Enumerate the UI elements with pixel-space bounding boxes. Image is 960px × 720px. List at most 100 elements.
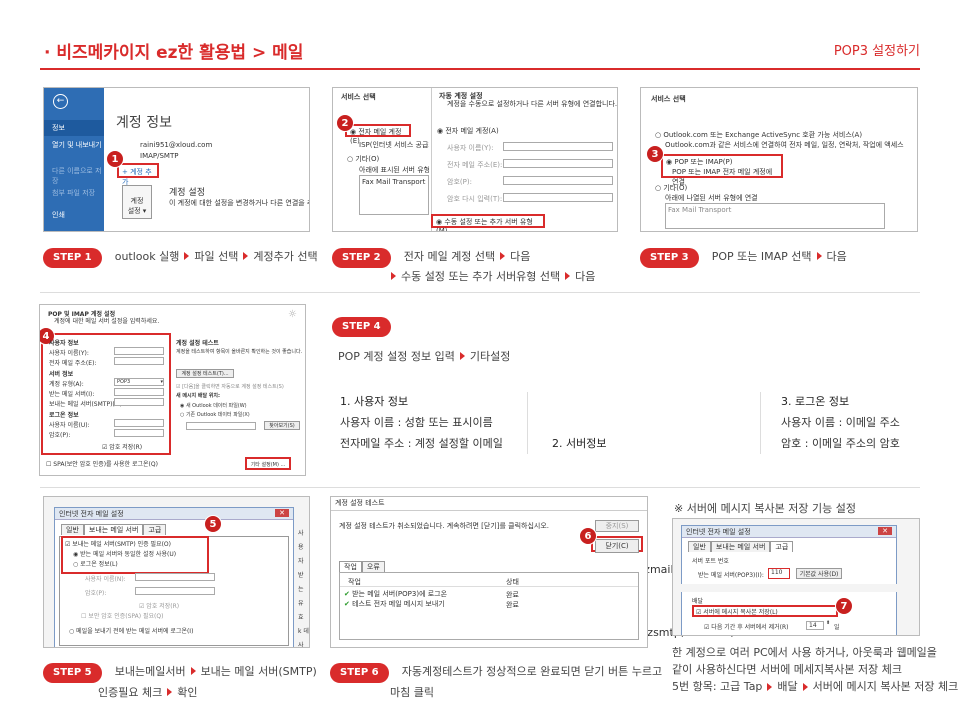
spa-checkbox[interactable]: ☐ 보안 암호 인증(SPA) 필요(Q) bbox=[81, 611, 163, 620]
remove-after-checkbox[interactable]: ☑ 다음 기간 후 서버에서 제거(R) bbox=[704, 622, 789, 631]
server-label-type: 계정 유형(A): bbox=[49, 381, 84, 388]
step5-part2: 보내는 메일 서버(SMTP) bbox=[200, 665, 317, 678]
pop-imap-radio[interactable]: ◉ POP 또는 IMAP(P) POP 또는 IMAP 전자 메일 계정에 연결 bbox=[661, 154, 783, 186]
logon-before-send-radio[interactable]: ○ 메일을 보내기 전에 받는 메일 서버에 로그온(I) bbox=[69, 626, 193, 635]
tab-general[interactable]: 일반 bbox=[61, 524, 84, 535]
step7-desc: 한 계정으로 여러 PC에서 사용 하거나, 아웃룩과 웹메일을 같이 사용하신… bbox=[672, 644, 958, 695]
name-field[interactable] bbox=[503, 142, 613, 151]
server-type-list[interactable]: Fax Mail Transport bbox=[359, 175, 429, 215]
arrow-icon bbox=[190, 666, 196, 675]
same-settings-label: 받는 메일 서버와 동일한 설정 사용(U) bbox=[80, 551, 177, 558]
spa-checkbox[interactable]: ☐ SPA(보안 암호 인증)를 사용한 로그온(Q) bbox=[46, 459, 158, 468]
field-label-name: 사용자 이름(Y): bbox=[447, 144, 494, 152]
header-line bbox=[340, 586, 638, 587]
step-marker-5: 5 bbox=[204, 515, 222, 533]
remember-label: 암호 저장(R) bbox=[109, 444, 143, 451]
screenshot-step5: 사용자받는유효 k 데사용 인터넷 전자 메일 설정 ✕ 일반보내는 메일 서버고급… bbox=[43, 496, 310, 648]
test-desc: 계정 설정 테스트가 취소되었습니다. 계속하려면 [닫기]를 클릭하십시오. bbox=[339, 522, 550, 530]
other-desc: 아래에 표시된 서버 유형에 bbox=[359, 166, 429, 174]
right-email-radio[interactable]: ◉ 전자 메일 계정(A) bbox=[437, 126, 499, 136]
days-stepper[interactable]: ⬍ bbox=[826, 620, 830, 626]
email-account-desc: ISP(인터넷 서비스 공급자)... bbox=[359, 141, 429, 149]
account-protocol: IMAP/SMTP bbox=[140, 152, 179, 160]
same-settings-radio[interactable]: ◉ 받는 메일 서버와 동일한 설정 사용(U) bbox=[73, 549, 176, 558]
email-field[interactable] bbox=[503, 159, 613, 168]
existing-data-file-label: 기존 Outlook 데이터 파일(X) bbox=[185, 412, 250, 418]
tab-errors[interactable]: 오류 bbox=[361, 561, 385, 572]
info-user-l2: 전자메일 주소 : 계정 설정할 이메일 bbox=[340, 437, 503, 450]
info-divider-1 bbox=[527, 392, 528, 454]
sidebar-item-saveas[interactable]: 다른 이름으로 저장 bbox=[52, 166, 102, 186]
sidebar-item-open[interactable]: 열기 및 내보내기 bbox=[52, 140, 102, 150]
password-confirm-field[interactable] bbox=[503, 193, 613, 202]
service-select-title: 서비스 선택 bbox=[341, 93, 376, 101]
logon-info-radio[interactable]: ○ 로그온 정보(L) bbox=[73, 559, 118, 568]
logon-before-send-label: 메일을 보내기 전에 받는 메일 서버에 로그온(I) bbox=[76, 628, 194, 635]
new-data-file-radio[interactable]: ◉ 새 Outlook 데이터 파일(W) bbox=[180, 402, 247, 409]
user-info-heading: 사용자 정보 bbox=[49, 340, 79, 347]
test-account-button[interactable]: 계정 설정 테스트(T)... bbox=[176, 369, 234, 378]
sidebar-item-attach[interactable]: 첨부 파일 저장 bbox=[52, 188, 102, 198]
add-account-button[interactable]: + 계정 추가 bbox=[117, 163, 159, 186]
tab-tasks[interactable]: 작업 bbox=[339, 561, 362, 572]
data-file-path[interactable] bbox=[186, 422, 256, 430]
existing-data-file-radio[interactable]: ○ 기존 Outlook 데이터 파일(X) bbox=[180, 411, 250, 418]
arrow-icon bbox=[565, 271, 571, 280]
account-settings-button[interactable]: 계정 설정 ▾ bbox=[122, 185, 152, 219]
other-radio[interactable]: ○ 기타(O) bbox=[347, 154, 379, 164]
default-port-button[interactable]: 기본값 사용(D) bbox=[796, 568, 842, 579]
other-radio[interactable]: ○ 기타(O) bbox=[655, 183, 687, 193]
browse-button[interactable]: 찾아보기(S) bbox=[264, 421, 300, 430]
check-icon: ✔ bbox=[344, 600, 350, 608]
account-settings-title: 계정 설정 bbox=[169, 188, 205, 198]
logon-user-field[interactable] bbox=[114, 419, 164, 427]
stop-button[interactable]: 중지(S) bbox=[595, 520, 639, 532]
step4-pill-wrap: STEP 4 bbox=[332, 314, 391, 337]
auto-test-checkbox[interactable]: ☑ [다음]을 클릭하면 자동으로 계정 설정 테스트(S) bbox=[176, 383, 284, 390]
leave-copy-checkbox[interactable]: ☑ 서버에 메시지 복사본 저장(L) bbox=[696, 607, 778, 616]
account-type-value: POP3 bbox=[117, 379, 131, 385]
email-account-radio[interactable]: ◉ 전자 메일 계정(E) bbox=[345, 124, 411, 145]
outlook-com-radio[interactable]: ○ Outlook.com 또는 Exchange ActiveSync 호환 … bbox=[655, 130, 862, 140]
tab-outgoing[interactable]: 보내는 메일 서버 bbox=[83, 524, 144, 535]
remember-password-checkbox[interactable]: ☑ 암호 저장(R) bbox=[102, 442, 142, 451]
days-field[interactable]: 14 bbox=[806, 621, 824, 630]
step2-part3: 수동 설정 또는 추가 서버유형 선택 bbox=[401, 270, 561, 283]
incoming-server-field[interactable] bbox=[114, 388, 164, 396]
tab-advanced[interactable]: 고급 bbox=[143, 524, 167, 535]
back-arrow-icon[interactable]: ← bbox=[53, 94, 68, 109]
user-email-field[interactable] bbox=[114, 357, 164, 365]
logon-password-field[interactable] bbox=[114, 429, 164, 437]
smtp-auth-checkbox[interactable]: ☑ 보내는 메일 서버(SMTP) 인증 필요(O) bbox=[65, 539, 171, 548]
uname-field[interactable] bbox=[135, 573, 215, 581]
chevron-down-icon: ▾ bbox=[160, 379, 163, 385]
tab-row: 일반 보내는 메일 서버 고급 bbox=[55, 520, 293, 535]
pwd-field[interactable] bbox=[135, 587, 215, 595]
field-label-pw: 암호(P): bbox=[447, 178, 472, 186]
pop-port-field[interactable]: 110 bbox=[768, 568, 790, 579]
tab-outgoing[interactable]: 보내는 메일 서버 bbox=[710, 541, 771, 552]
tab-general[interactable]: 일반 bbox=[688, 541, 711, 552]
close-icon[interactable]: ✕ bbox=[878, 527, 892, 535]
step3-part2: 다음 bbox=[826, 250, 847, 263]
step-marker-7: 7 bbox=[835, 597, 853, 615]
close-icon[interactable]: ✕ bbox=[275, 509, 289, 517]
close-button[interactable]: 닫기(C) bbox=[591, 536, 643, 553]
arrow-icon bbox=[459, 351, 465, 360]
more-settings-button[interactable]: 기타 설정(M) ... bbox=[245, 457, 291, 470]
sidebar-item-print[interactable]: 인쇄 bbox=[52, 210, 102, 220]
user-name-field[interactable] bbox=[114, 347, 164, 355]
manual-setup-radio[interactable]: ◉ 수동 설정 또는 추가 서버 유형(M) bbox=[431, 214, 545, 231]
password-field[interactable] bbox=[503, 176, 613, 185]
account-type-select[interactable]: POP3 ▾ bbox=[114, 378, 164, 386]
tab-advanced[interactable]: 고급 bbox=[770, 541, 794, 552]
sidebar-item-info[interactable]: 정보 bbox=[44, 120, 104, 136]
other-desc: 아래에 나열된 서버 유형에 연결 bbox=[665, 194, 758, 202]
logon-label-user: 사용자 이름(U): bbox=[49, 422, 90, 429]
server-label-out: 보내는 메일 서버(SMTP)(O): bbox=[49, 401, 124, 408]
save-pw-checkbox[interactable]: ☑ 암호 저장(R) bbox=[139, 601, 179, 610]
bg-label: k 데 bbox=[298, 628, 309, 635]
server-type-list[interactable]: Fax Mail Transport bbox=[665, 203, 885, 229]
page-subtitle: POP3 설정하기 bbox=[833, 44, 920, 59]
outgoing-server-field[interactable] bbox=[114, 398, 164, 406]
